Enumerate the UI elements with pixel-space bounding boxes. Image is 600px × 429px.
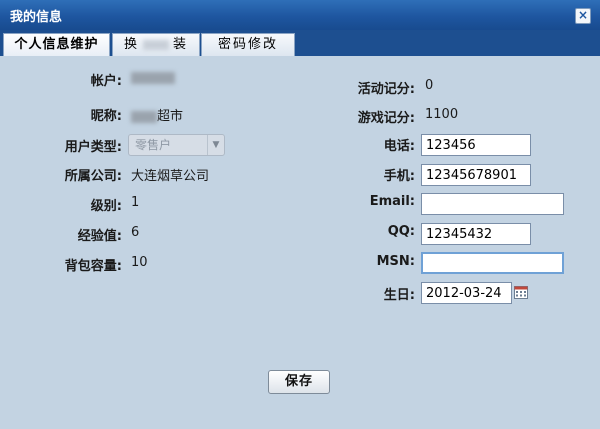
- my-info-dialog: 我的信息 × 个人信息维护 换装 密码修改 帐户: 昵称: 超市 用户类型: 零…: [0, 0, 600, 429]
- email-input[interactable]: [421, 193, 564, 215]
- level-label: 级别:: [90, 199, 122, 214]
- usertype-selected: 零售户: [135, 138, 172, 152]
- bag-label: 背包容量:: [64, 259, 122, 274]
- birthday-input[interactable]: [421, 282, 512, 304]
- exp-value: 6: [131, 225, 140, 240]
- tab-dressup-label-left: 换: [123, 37, 139, 52]
- usertype-label: 用户类型:: [64, 140, 122, 155]
- exp-label: 经验值:: [77, 229, 122, 244]
- dialog-title: 我的信息: [10, 10, 63, 25]
- tab-personal-info[interactable]: 个人信息维护: [3, 33, 110, 56]
- tab-dressup-label-right: 装: [173, 37, 189, 52]
- usertype-select[interactable]: 零售户 ▼: [128, 134, 225, 156]
- level-value: 1: [131, 195, 140, 210]
- phone-label: 电话:: [383, 139, 415, 154]
- nickname-value: 超市: [131, 105, 183, 124]
- titlebar: 我的信息 ×: [0, 0, 600, 30]
- company-label: 所属公司:: [64, 169, 122, 184]
- blurred-account: [131, 71, 175, 84]
- qq-label: QQ:: [387, 224, 415, 239]
- birthday-label: 生日:: [383, 288, 415, 303]
- mobile-input[interactable]: [421, 164, 531, 186]
- company-value: 大连烟草公司: [131, 169, 210, 184]
- save-button[interactable]: 保存: [268, 370, 330, 394]
- nickname-label: 昵称:: [90, 109, 122, 124]
- mobile-label: 手机:: [383, 169, 415, 184]
- phone-input[interactable]: [421, 134, 531, 156]
- email-label: Email:: [369, 194, 415, 209]
- nickname-suffix: 超市: [157, 109, 184, 124]
- activity-score-label: 活动记分:: [357, 82, 415, 97]
- tab-change-password[interactable]: 密码修改: [201, 33, 295, 56]
- bag-value: 10: [131, 255, 148, 270]
- calendar-icon[interactable]: [514, 285, 528, 299]
- account-value: [131, 70, 175, 85]
- chevron-down-icon: ▼: [207, 135, 224, 155]
- blurred-nickname: [131, 110, 157, 123]
- qq-input[interactable]: [421, 223, 531, 245]
- tab-bar: 个人信息维护 换装 密码修改: [0, 30, 600, 56]
- msn-input[interactable]: [421, 252, 564, 274]
- activity-score-value: 0: [425, 78, 434, 93]
- game-score-label: 游戏记分:: [357, 111, 415, 126]
- account-label: 帐户:: [90, 74, 122, 89]
- close-icon[interactable]: ×: [575, 8, 591, 24]
- msn-label: MSN:: [376, 254, 415, 269]
- tab-dressup[interactable]: 换装: [112, 33, 200, 56]
- blurred-text: [143, 39, 169, 50]
- game-score-value: 1100: [425, 107, 459, 122]
